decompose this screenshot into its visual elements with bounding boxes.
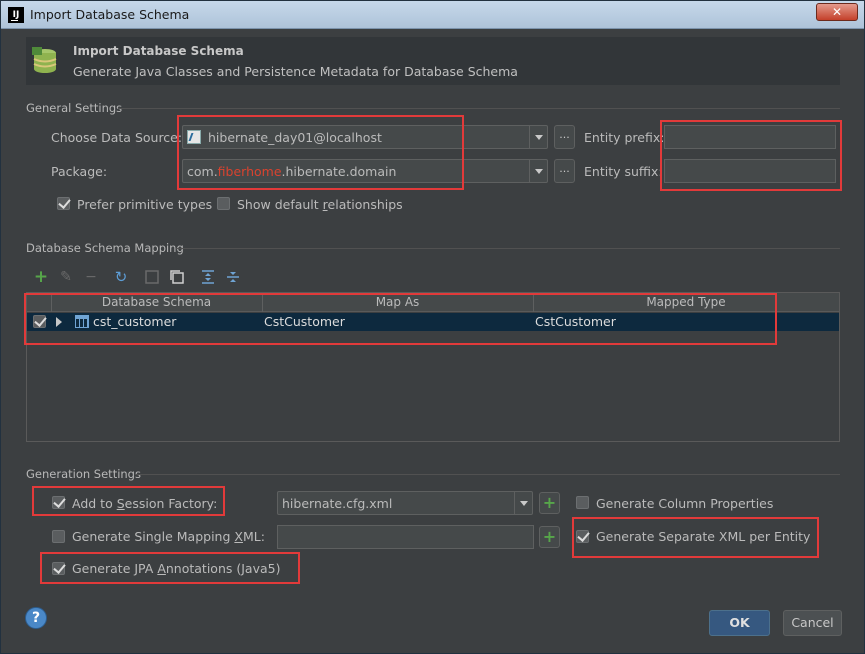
table-header: Database Schema Map As Mapped Type: [27, 293, 839, 312]
separate-xml-label[interactable]: Generate Separate XML per Entity: [596, 529, 810, 544]
table-row[interactable]: cst_customer CstCustomer CstCustomer: [27, 313, 839, 331]
expand-arrow-icon[interactable]: [56, 317, 62, 327]
general-settings-divider: [118, 108, 840, 109]
separate-xml-checkbox[interactable]: [576, 530, 589, 543]
column-header-mapped-type[interactable]: Mapped Type: [533, 295, 839, 309]
help-button[interactable]: ?: [25, 607, 47, 629]
datasource-icon: [187, 130, 201, 144]
package-combo[interactable]: com.fiberhome.hibernate.domain: [182, 159, 548, 183]
schema-mapping-divider: [176, 248, 840, 249]
column-header-database-schema[interactable]: Database Schema: [51, 295, 262, 309]
package-label: Package:: [51, 164, 108, 179]
add-session-factory-checkbox[interactable]: [52, 496, 65, 509]
chevron-down-icon[interactable]: [529, 126, 547, 148]
column-properties-label[interactable]: Generate Column Properties: [596, 496, 773, 511]
data-source-value: hibernate_day01@localhost: [208, 130, 382, 145]
intellij-app-icon: IJ: [8, 7, 24, 23]
database-schema-icon: [32, 47, 57, 73]
remove-icon[interactable]: −: [83, 269, 99, 285]
session-factory-combo[interactable]: hibernate.cfg.xml: [277, 491, 533, 515]
prefer-primitive-label[interactable]: Prefer primitive types: [77, 197, 212, 212]
generation-settings-divider: [135, 474, 840, 475]
add-session-factory-label[interactable]: Add to Session Factory:: [72, 496, 217, 511]
add-session-factory-button[interactable]: +: [539, 492, 560, 514]
chevron-down-icon[interactable]: [514, 492, 532, 514]
jpa-annotations-label[interactable]: Generate JPA Annotations (Java5): [72, 561, 280, 576]
add-icon[interactable]: +: [33, 269, 49, 286]
session-factory-value: hibernate.cfg.xml: [282, 496, 393, 511]
schema-mapping-title: Database Schema Mapping: [26, 241, 184, 255]
entity-suffix-input[interactable]: [664, 159, 836, 183]
prefer-primitive-checkbox[interactable]: [57, 197, 70, 210]
refresh-icon[interactable]: ↻: [113, 269, 129, 285]
cell-schema: cst_customer: [93, 314, 177, 329]
cell-map-as[interactable]: CstCustomer: [264, 314, 345, 329]
schema-mapping-table[interactable]: Database Schema Map As Mapped Type cst_c…: [26, 292, 840, 442]
entity-prefix-input[interactable]: [664, 125, 836, 149]
add-mapping-xml-button[interactable]: +: [539, 526, 560, 548]
show-default-relationships-checkbox[interactable]: [217, 197, 230, 210]
single-mapping-xml-checkbox[interactable]: [52, 530, 65, 543]
title-bar[interactable]: IJ Import Database Schema ✕: [1, 1, 864, 29]
show-default-relationships-label[interactable]: Show default relationships: [237, 197, 403, 212]
close-button[interactable]: ✕: [816, 3, 858, 21]
column-properties-checkbox[interactable]: [576, 496, 589, 509]
single-mapping-xml-input[interactable]: [277, 525, 534, 549]
data-source-browse-button[interactable]: ...: [554, 125, 575, 149]
jpa-annotations-checkbox[interactable]: [52, 562, 65, 575]
expand-all-icon[interactable]: [200, 269, 216, 285]
cancel-button[interactable]: Cancel: [783, 610, 842, 636]
select-all-icon[interactable]: [169, 269, 185, 285]
package-value: com.fiberhome.hibernate.domain: [187, 164, 397, 179]
column-header-map-as[interactable]: Map As: [262, 295, 533, 309]
table-icon: [75, 315, 89, 328]
collapse-all-icon[interactable]: [225, 269, 241, 285]
unselect-all-icon[interactable]: [144, 269, 160, 285]
header-subtitle: Generate Java Classes and Persistence Me…: [73, 64, 518, 79]
window-title: Import Database Schema: [30, 7, 190, 22]
package-browse-button[interactable]: ...: [554, 159, 575, 183]
header-title: Import Database Schema: [73, 44, 244, 58]
generation-settings-title: Generation Settings: [26, 467, 141, 481]
import-database-schema-dialog: IJ Import Database Schema ✕ Import Datab…: [0, 0, 865, 654]
row-checkbox[interactable]: [33, 315, 46, 328]
general-settings-title: General Settings: [26, 101, 123, 115]
entity-prefix-label: Entity prefix:: [584, 130, 665, 145]
edit-icon[interactable]: ✎: [58, 269, 74, 285]
cell-mapped-type[interactable]: CstCustomer: [535, 314, 616, 329]
ok-button[interactable]: OK: [709, 610, 770, 636]
data-source-combo[interactable]: hibernate_day01@localhost: [182, 125, 548, 149]
dialog-header-banner: Import Database Schema Generate Java Cla…: [26, 37, 840, 85]
chevron-down-icon[interactable]: [529, 160, 547, 182]
single-mapping-xml-label[interactable]: Generate Single Mapping XML:: [72, 529, 265, 544]
data-source-label: Choose Data Source:: [51, 130, 183, 145]
entity-suffix-label: Entity suffix:: [584, 164, 663, 179]
